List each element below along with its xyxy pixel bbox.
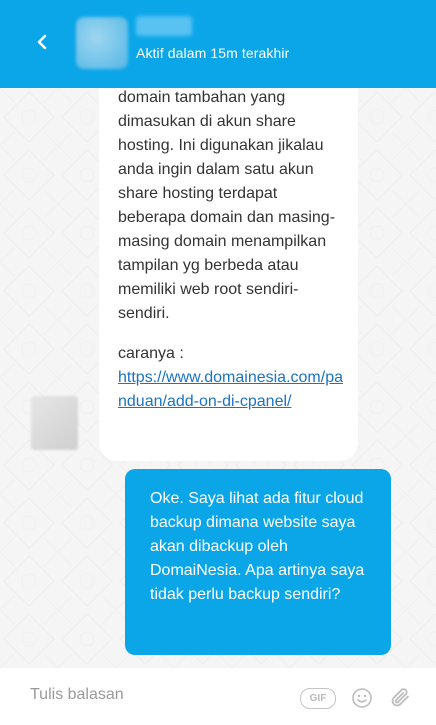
instructions-label: caranya : [118,345,184,362]
chevron-left-icon [37,34,47,50]
paperclip-icon[interactable] [388,685,412,709]
contact-status: Aktif dalam 15m terakhir [136,45,290,61]
incoming-message-text: domain tambahan yang dimasukan di akun s… [118,89,336,322]
chat-header: Aktif dalam 15m terakhir [0,0,436,88]
chat-thread[interactable]: domain tambahan yang dimasukan di akun s… [0,88,436,668]
incoming-message-bubble: domain tambahan yang dimasukan di akun s… [99,88,358,461]
sender-avatar [31,396,78,450]
back-button[interactable] [24,24,60,60]
contact-name-redacted [136,16,192,36]
gif-button[interactable]: GIF [300,688,336,709]
reply-input[interactable] [30,686,270,704]
outgoing-message-text: Oke. Saya lihat ada fitur cloud backup d… [150,490,365,603]
emoji-icon[interactable] [351,687,373,709]
guide-link[interactable]: https://www.domainesia.com/panduan/add-o… [118,366,344,414]
reply-composer: GIF [0,668,436,725]
incoming-message-instructions: caranya : https://www.domainesia.com/pan… [118,342,344,414]
outgoing-message-bubble: Oke. Saya lihat ada fitur cloud backup d… [125,469,391,655]
contact-avatar[interactable] [76,17,128,69]
